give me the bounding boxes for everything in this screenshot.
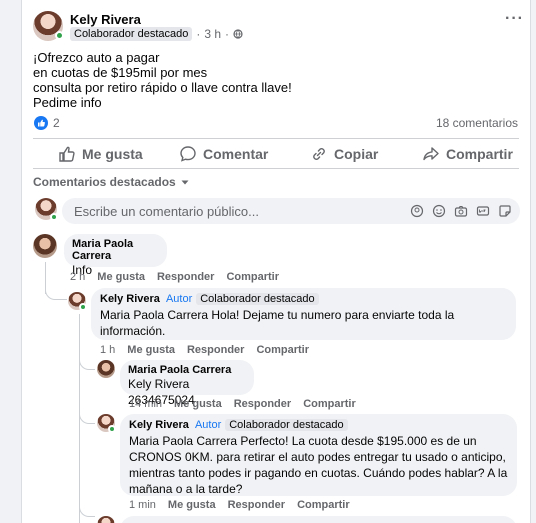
comment-time[interactable]: 14 min: [129, 398, 162, 410]
thread-connector: [79, 505, 95, 517]
comment-share-button[interactable]: Compartir: [303, 398, 356, 410]
comment-actions: 1 h Me gusta Responder Compartir: [100, 344, 309, 356]
gif-icon[interactable]: [476, 204, 490, 218]
post-meta: Colaborador destacado · 3 h ·: [70, 27, 243, 41]
post-body: ¡Ofrezco auto a pagar en cuotas de $195m…: [33, 50, 292, 110]
comment-filter-dropdown[interactable]: Comentarios destacados: [33, 175, 190, 189]
comment-reply-button[interactable]: Responder: [234, 398, 291, 410]
avatar-sticker-icon[interactable]: [410, 204, 424, 218]
comment-like-button[interactable]: Me gusta: [174, 398, 222, 410]
author-badge[interactable]: Colaborador destacado: [196, 293, 319, 305]
comment-author-name[interactable]: Kely Rivera: [100, 293, 160, 305]
speech-bubble-icon: [180, 146, 196, 162]
comment-filter-label: Comentarios destacados: [33, 175, 176, 189]
like-button[interactable]: Me gusta: [58, 145, 143, 163]
share-button[interactable]: Compartir: [422, 145, 513, 163]
comment-button[interactable]: Comentar: [179, 145, 268, 163]
caret-down-icon: [181, 180, 189, 185]
comment-time[interactable]: 1 h: [100, 344, 115, 356]
globe-icon: [233, 29, 243, 39]
reactions-summary[interactable]: 2: [34, 116, 60, 130]
reaction-count: 2: [53, 116, 60, 130]
divider: [33, 138, 519, 139]
post-time[interactable]: 3 h: [204, 27, 221, 41]
thread-connector: [45, 286, 67, 300]
commenter-avatar[interactable]: [97, 360, 115, 378]
comment-share-button[interactable]: Compartir: [226, 271, 279, 283]
share-arrow-icon: [423, 147, 439, 161]
post-author-badge[interactable]: Colaborador destacado: [70, 27, 193, 41]
comment-input[interactable]: Escribe un comentario público...: [74, 204, 259, 219]
comment-reply-button[interactable]: Responder: [187, 344, 244, 356]
comment-actions: 1 min Me gusta Responder Compartir: [129, 499, 350, 511]
copy-button-label: Copiar: [334, 146, 379, 162]
author-tag: Autor: [165, 293, 193, 305]
comment-button-label: Comentar: [203, 146, 269, 162]
author-tag: Autor: [194, 419, 222, 431]
comments-count-link[interactable]: 18 comentarios: [436, 116, 518, 130]
comment-author-name[interactable]: Kely Rivera: [129, 419, 189, 431]
comment-text: Maria Paola Carrera Hola! Dejame tu nume…: [100, 308, 455, 338]
comment-actions: 2 h Me gusta Responder Compartir: [70, 271, 279, 283]
comment-author-name[interactable]: Maria Paola Carrera: [128, 364, 246, 376]
post-text-line: consulta por retiro rápido o llave contr…: [33, 80, 292, 95]
comment-like-button[interactable]: Me gusta: [168, 499, 216, 511]
emoji-icon[interactable]: [432, 204, 446, 218]
comment-bubble: Kely Rivera Autor Colaborador destacado Ma…: [120, 414, 517, 496]
online-status-dot: [108, 425, 116, 433]
comment-share-button[interactable]: Compartir: [256, 344, 309, 356]
composer-tools: [410, 204, 512, 218]
post-text-line: Pedime info: [33, 95, 102, 110]
thumbs-up-icon: [59, 146, 75, 162]
thread-connector: [79, 360, 95, 370]
post-card: Kely Rivera Colaborador destacado · 3 h …: [21, 0, 531, 523]
online-status-dot: [55, 31, 64, 40]
comment-header: Kely Rivera Autor Colaborador destacado: [100, 293, 507, 305]
comment-like-button[interactable]: Me gusta: [127, 344, 175, 356]
online-status-dot: [79, 303, 87, 311]
like-button-label: Me gusta: [82, 146, 143, 162]
comment-reply-button[interactable]: Responder: [228, 499, 285, 511]
comment-bubble: Maria Paola Carrera Info: [64, 234, 167, 277]
like-reaction-icon: [34, 116, 48, 130]
comment-composer[interactable]: Escribe un comentario público...: [62, 198, 520, 224]
comment-author-name[interactable]: Maria Paola Carrera: [72, 238, 159, 262]
divider: [33, 168, 519, 169]
post-text-line: ¡Ofrezco auto a pagar: [33, 50, 160, 65]
comment-like-button[interactable]: Me gusta: [97, 271, 145, 283]
copy-button[interactable]: Copiar: [310, 145, 378, 163]
comment-actions: 14 min Me gusta Responder Compartir: [129, 398, 356, 410]
sticker-icon[interactable]: [498, 204, 512, 218]
comment-header: Kely Rivera Autor Colaborador destacado: [129, 419, 508, 431]
comment-bubble: [120, 516, 517, 523]
post-author-name[interactable]: Kely Rivera: [70, 12, 141, 27]
author-badge[interactable]: Colaborador destacado: [225, 419, 348, 431]
comment-time[interactable]: 2 h: [70, 271, 85, 283]
link-icon: [313, 148, 325, 160]
camera-icon[interactable]: [454, 204, 468, 218]
thread-connector: [79, 414, 95, 424]
comment-time[interactable]: 1 min: [129, 499, 156, 511]
comment-share-button[interactable]: Compartir: [297, 499, 350, 511]
more-options-icon[interactable]: ···: [505, 10, 524, 28]
comment-bubble: Maria Paola Carrera Kely Rivera 26346750…: [120, 360, 254, 407]
comment-bubble: Kely Rivera Autor Colaborador destacado Ma…: [91, 288, 516, 340]
post-text-line: en cuotas de $195mil por mes: [33, 65, 208, 80]
comment-text: Maria Paola Carrera Perfecto! La cuota d…: [129, 434, 508, 496]
online-status-dot: [50, 213, 58, 221]
share-button-label: Compartir: [446, 146, 513, 162]
commenter-avatar[interactable]: [33, 234, 57, 258]
comment-reply-button[interactable]: Responder: [157, 271, 214, 283]
commenter-avatar[interactable]: [97, 516, 115, 523]
